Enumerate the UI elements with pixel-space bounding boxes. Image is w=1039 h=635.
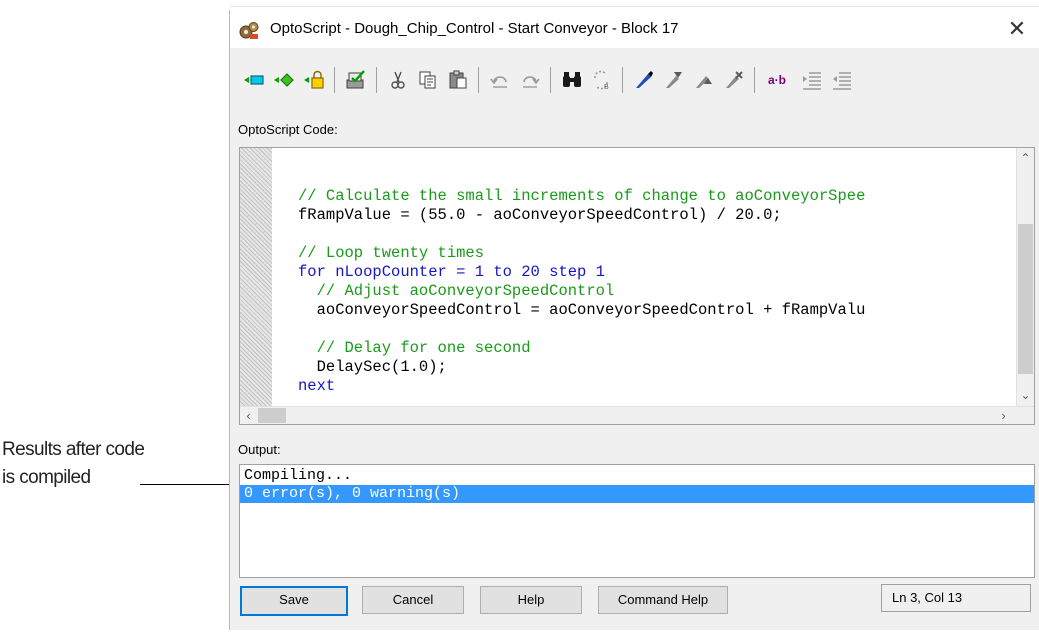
find-icon[interactable] — [560, 68, 584, 92]
window-title: OptoScript - Dough_Chip_Control - Start … — [270, 20, 679, 37]
code-editor[interactable]: // Calculate the small increments of cha… — [239, 147, 1035, 425]
toolbar-separator — [550, 67, 551, 93]
output-panel[interactable]: Compiling... 0 error(s), 0 warning(s) — [239, 464, 1035, 578]
callout-pointer — [140, 484, 238, 485]
cancel-button[interactable]: Cancel — [362, 586, 464, 614]
toolbar-separator — [478, 67, 479, 93]
code-line: next — [298, 377, 336, 395]
compile-icon[interactable] — [344, 68, 368, 92]
optoscript-app-icon — [239, 22, 259, 39]
toolbar-separator — [622, 67, 623, 93]
vertical-scroll-thumb[interactable] — [1018, 224, 1033, 374]
window-top-edge — [230, 6, 1039, 7]
svg-text:B: B — [604, 84, 609, 91]
code-line: aoConveyorSpeedControl = aoConveyorSpeed… — [298, 301, 866, 319]
callout-line-1: Results after code — [2, 439, 145, 460]
insert-instruction-icon[interactable] — [272, 68, 296, 92]
replace-icon[interactable]: B — [590, 68, 614, 92]
output-label: Output: — [238, 442, 281, 457]
clear-bookmarks-icon[interactable] — [722, 68, 746, 92]
bookmark-icon[interactable] — [632, 68, 656, 92]
toolbar-separator — [754, 67, 755, 93]
close-button[interactable]: ✕ — [994, 10, 1039, 48]
output-line[interactable]: Compiling... — [240, 467, 1034, 485]
horizontal-scrollbar[interactable]: ‹ › — [240, 406, 1034, 424]
code-line: // Adjust aoConveyorSpeedControl — [298, 282, 615, 300]
code-line: // Calculate the small increments of cha… — [298, 187, 866, 205]
code-line: ​ — [298, 225, 865, 244]
indent-icon[interactable] — [800, 68, 824, 92]
horizontal-scroll-thumb[interactable] — [258, 408, 286, 423]
scroll-right-icon[interactable]: › — [995, 407, 1012, 424]
code-line: // Loop twenty times — [298, 244, 485, 262]
vertical-scrollbar[interactable]: ⌃ ⌄ — [1016, 148, 1034, 406]
code-line: DelaySec(1.0); — [298, 358, 447, 376]
optoscript-dialog: OptoScript - Dough_Chip_Control - Start … — [229, 6, 1039, 630]
paste-icon[interactable] — [446, 68, 470, 92]
code-label: OptoScript Code: — [238, 122, 338, 137]
outdent-icon[interactable] — [830, 68, 854, 92]
insert-command-icon[interactable] — [302, 68, 326, 92]
scroll-left-icon[interactable]: ‹ — [240, 407, 257, 424]
editor-gutter — [240, 148, 272, 406]
redo-icon[interactable] — [518, 68, 542, 92]
command-help-button[interactable]: Command Help — [598, 586, 728, 614]
callout-line-2: is compiled — [2, 467, 91, 488]
code-line: // Delay for one second — [298, 339, 531, 357]
insert-variable-icon[interactable] — [242, 68, 266, 92]
save-button[interactable]: Save — [240, 586, 348, 616]
code-line: for nLoopCounter = 1 to 20 step 1 — [298, 263, 605, 281]
scroll-down-icon[interactable]: ⌄ — [1017, 387, 1034, 404]
cursor-position-status: Ln 3, Col 13 — [881, 584, 1031, 612]
code-line: ​ — [298, 320, 865, 339]
text-format-icon[interactable]: a·b — [762, 68, 792, 92]
copy-icon[interactable] — [416, 68, 440, 92]
cut-icon[interactable] — [386, 68, 410, 92]
next-bookmark-icon[interactable] — [692, 68, 716, 92]
output-line-selected[interactable]: 0 error(s), 0 warning(s) — [240, 485, 1034, 503]
toolbar-separator — [334, 67, 335, 93]
toolbar-separator — [376, 67, 377, 93]
help-button[interactable]: Help — [480, 586, 582, 614]
code-line: fRampValue = (55.0 - aoConveyorSpeedCont… — [298, 206, 782, 224]
prev-bookmark-icon[interactable] — [662, 68, 686, 92]
undo-icon[interactable] — [488, 68, 512, 92]
title-bar: OptoScript - Dough_Chip_Control - Start … — [230, 10, 1039, 48]
scroll-up-icon[interactable]: ⌃ — [1017, 150, 1034, 167]
toolbar: B a·b — [238, 62, 1034, 96]
code-text[interactable]: // Calculate the small increments of cha… — [298, 168, 866, 424]
